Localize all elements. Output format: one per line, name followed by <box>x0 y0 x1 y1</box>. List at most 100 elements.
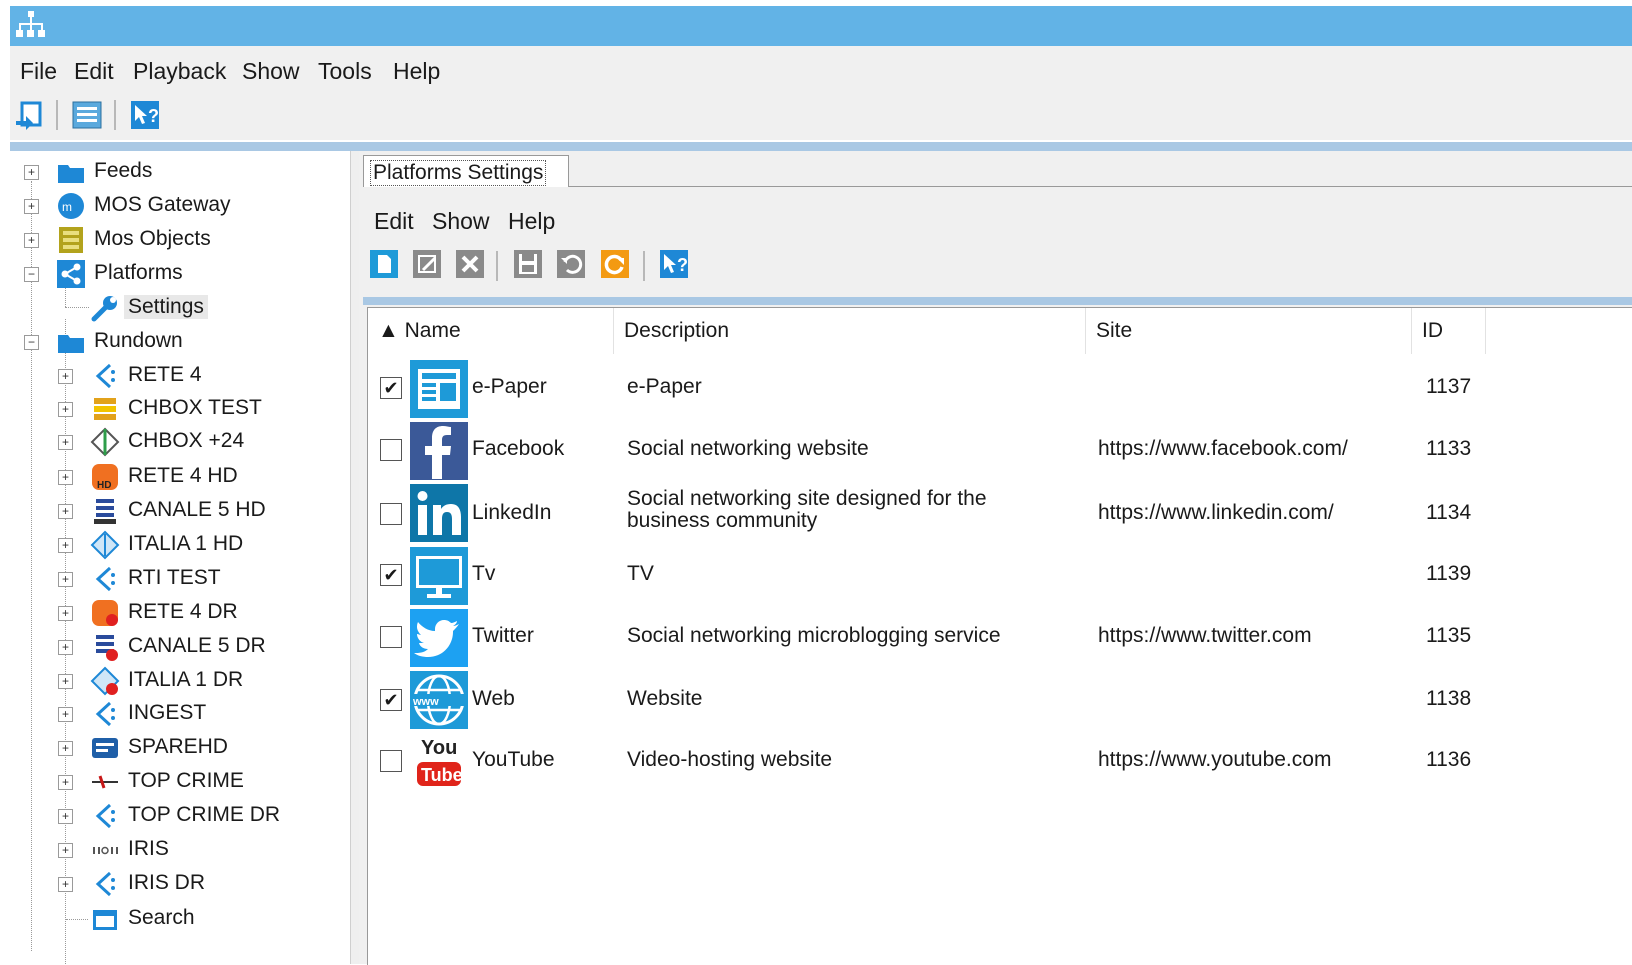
tab-platforms-settings[interactable]: Platforms Settings <box>363 155 569 187</box>
tree-item-feeds[interactable]: + Feeds <box>10 156 340 188</box>
table-row[interactable]: LinkedIn Social networking site designed… <box>368 482 1632 544</box>
tree-item-settings[interactable]: Settings <box>10 292 340 324</box>
expand-icon[interactable]: + <box>58 640 73 655</box>
tree-item-sparehd[interactable]: + SPAREHD <box>10 732 340 764</box>
menu-file[interactable]: File <box>20 58 57 85</box>
tree-item-ingest[interactable]: + INGEST <box>10 698 340 730</box>
table-row[interactable]: Facebook Social networking website https… <box>368 420 1632 482</box>
expand-icon[interactable]: + <box>24 199 39 214</box>
save-button[interactable] <box>511 247 545 281</box>
channel-icon <box>96 635 118 661</box>
expand-icon[interactable]: + <box>58 809 73 824</box>
row-checkbox[interactable] <box>380 439 402 461</box>
tree-item-mos-gateway[interactable]: + m MOS Gateway <box>10 190 340 222</box>
tree-item-iris[interactable]: + IRIS <box>10 834 340 866</box>
expand-icon[interactable]: + <box>58 877 73 892</box>
expand-icon[interactable]: + <box>58 707 73 722</box>
tree-item-rete-4-dr[interactable]: + RETE 4 DR <box>10 597 340 629</box>
column-header-site[interactable]: Site <box>1086 308 1412 354</box>
menu-playback[interactable]: Playback <box>133 58 226 85</box>
panel-menu-edit[interactable]: Edit <box>374 208 414 235</box>
column-header-id[interactable]: ID <box>1412 308 1486 354</box>
svg-text:?: ? <box>148 106 159 126</box>
row-description: e-Paper <box>627 375 702 398</box>
expand-icon[interactable]: + <box>58 775 73 790</box>
tree-item-mos-objects[interactable]: + Mos Objects <box>10 224 340 256</box>
tree-item-canale-5-dr[interactable]: + CANALE 5 DR <box>10 631 340 663</box>
tree-item-top-crime[interactable]: + TOP CRIME <box>10 766 340 798</box>
tree-item-rete-4-hd[interactable]: + HD RETE 4 HD <box>10 461 340 493</box>
tree-label: Search <box>128 906 195 929</box>
expand-icon[interactable]: + <box>58 470 73 485</box>
table-row[interactable]: ✔ e-Paper e-Paper 1137 <box>368 358 1632 420</box>
collapse-icon[interactable]: − <box>24 267 39 282</box>
expand-icon[interactable]: + <box>24 165 39 180</box>
row-checkbox[interactable] <box>380 626 402 648</box>
edit-button[interactable] <box>410 247 444 281</box>
tree-item-canale-5-hd[interactable]: + CANALE 5 HD <box>10 495 340 527</box>
tree-item-search[interactable]: Search <box>10 903 340 935</box>
panel-menu-help[interactable]: Help <box>508 208 555 235</box>
table-row[interactable]: ✔ Tv TV 1139 <box>368 544 1632 606</box>
tree-item-iris-dr[interactable]: + IRIS DR <box>10 868 340 900</box>
row-id: 1135 <box>1426 624 1472 647</box>
tree-label: Platforms <box>94 261 183 284</box>
delete-button[interactable] <box>453 247 487 281</box>
tree-label: Mos Objects <box>94 227 211 250</box>
tree-item-rete-4[interactable]: + RETE 4 <box>10 360 340 392</box>
tree-item-rti-test[interactable]: + RTI TEST <box>10 563 340 595</box>
edit-icon <box>413 250 441 278</box>
row-checkbox[interactable]: ✔ <box>380 377 402 399</box>
new-button[interactable] <box>367 247 401 281</box>
folder-icon <box>58 335 84 353</box>
column-header-name[interactable]: ▲ Name <box>368 308 614 354</box>
expand-icon[interactable]: + <box>58 606 73 621</box>
table-row[interactable]: ✔ www Web Website 1138 <box>368 668 1632 730</box>
back-button[interactable] <box>12 98 46 132</box>
row-checkbox[interactable] <box>380 750 402 772</box>
menu-edit[interactable]: Edit <box>74 58 114 85</box>
expand-icon[interactable]: + <box>58 843 73 858</box>
tree-item-italia-1-hd[interactable]: + ITALIA 1 HD <box>10 529 340 561</box>
undo-button[interactable] <box>554 247 588 281</box>
channel-icon <box>92 738 118 758</box>
expand-icon[interactable]: + <box>58 369 73 384</box>
channel-icon <box>94 499 116 524</box>
menu-tools[interactable]: Tools <box>318 58 372 85</box>
row-checkbox[interactable] <box>380 503 402 525</box>
row-checkbox[interactable]: ✔ <box>380 564 402 586</box>
panel-splitter[interactable] <box>351 151 359 964</box>
tree-item-platforms[interactable]: − Platforms <box>10 258 340 290</box>
expand-icon[interactable]: + <box>58 435 73 450</box>
row-checkbox[interactable]: ✔ <box>380 689 402 711</box>
tree-item-italia-1-dr[interactable]: + ITALIA 1 DR <box>10 665 340 697</box>
svg-text:m: m <box>62 200 72 214</box>
expand-icon[interactable]: + <box>58 538 73 553</box>
table-row[interactable]: You Tube YouTube Video-hosting website ht… <box>368 730 1632 792</box>
tree-item-chbox-24[interactable]: + CHBOX +24 <box>10 426 340 458</box>
tree-label: INGEST <box>128 701 207 724</box>
tree-label: ITALIA 1 HD <box>128 532 244 555</box>
expand-icon[interactable]: + <box>24 233 39 248</box>
help-button[interactable]: ? <box>128 98 162 132</box>
tree-item-rundown[interactable]: − Rundown <box>10 326 340 358</box>
tree-label: ITALIA 1 DR <box>128 668 244 691</box>
expand-icon[interactable]: + <box>58 504 73 519</box>
expand-icon[interactable]: + <box>58 741 73 756</box>
panel-menu-show[interactable]: Show <box>432 208 490 235</box>
table-row[interactable]: Twitter Social networking microblogging … <box>368 606 1632 668</box>
expand-icon[interactable]: + <box>58 572 73 587</box>
collapse-icon[interactable]: − <box>24 335 39 350</box>
column-header-description[interactable]: Description <box>614 308 1086 354</box>
row-id: 1139 <box>1426 562 1472 585</box>
panel-help-button[interactable]: ? <box>657 247 691 281</box>
navigation-tree[interactable]: + Feeds + m MOS Gateway + Mos Objects − … <box>10 151 351 964</box>
tree-item-chbox-test[interactable]: + CHBOX TEST <box>10 393 340 425</box>
tree-item-top-crime-dr[interactable]: + TOP CRIME DR <box>10 800 340 832</box>
refresh-button[interactable] <box>598 247 632 281</box>
menu-help[interactable]: Help <box>393 58 440 85</box>
expand-icon[interactable]: + <box>58 402 73 417</box>
expand-icon[interactable]: + <box>58 674 73 689</box>
menu-show[interactable]: Show <box>242 58 300 85</box>
list-button[interactable] <box>70 98 104 132</box>
